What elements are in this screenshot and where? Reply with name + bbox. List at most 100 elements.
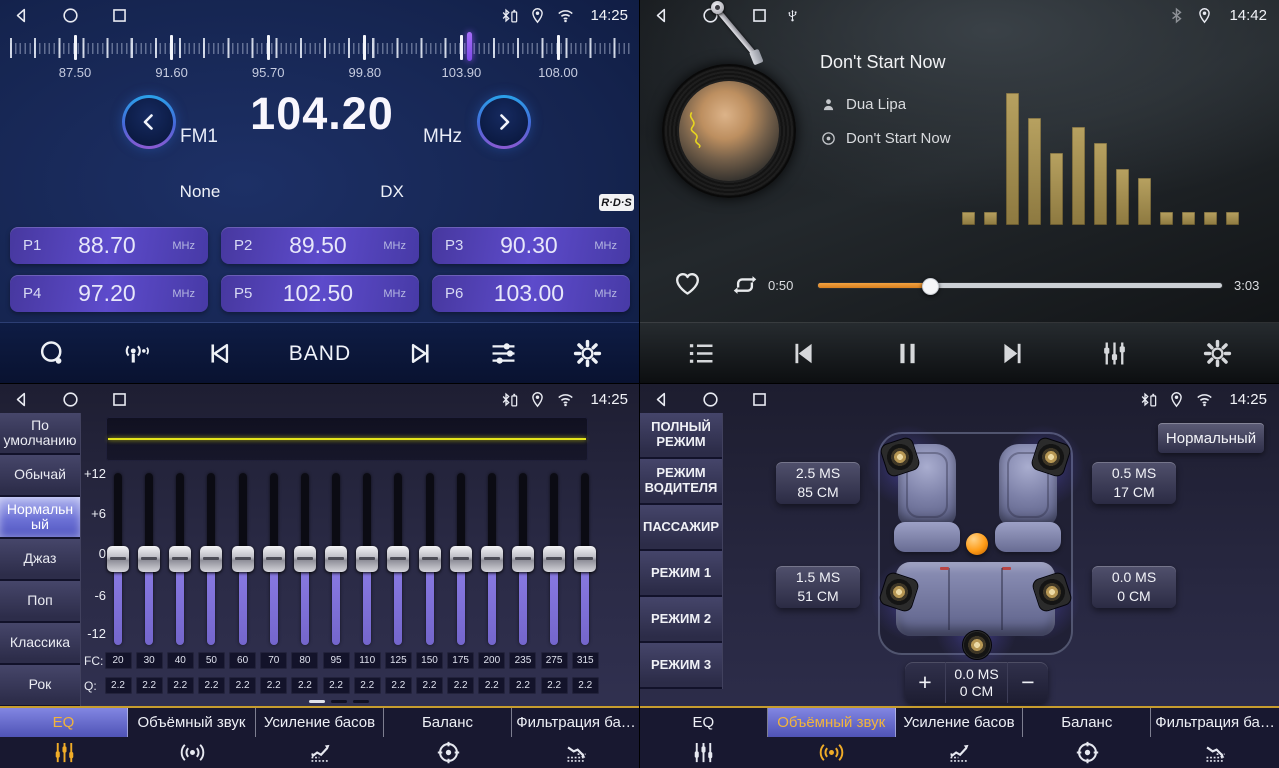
listening-mode-item[interactable]: ПАССАЖИР — [640, 505, 722, 551]
eq-band-slider[interactable] — [356, 473, 378, 645]
favorite-heart-icon[interactable] — [672, 268, 703, 299]
next-track-icon[interactable] — [996, 338, 1027, 369]
page-dot[interactable] — [353, 700, 369, 703]
tab-filter[interactable]: Фильтрация ба… — [1151, 708, 1279, 768]
slider-thumb[interactable] — [107, 546, 129, 572]
recents-icon[interactable] — [110, 390, 129, 409]
slider-thumb[interactable] — [138, 546, 160, 572]
page-dot[interactable] — [331, 700, 347, 703]
eq-band-slider[interactable] — [169, 473, 191, 645]
listening-mode-item[interactable]: РЕЖИМ 3 — [640, 643, 722, 689]
eq-band-slider[interactable] — [387, 473, 409, 645]
eq-band-slider[interactable] — [107, 473, 129, 645]
tab-balance[interactable]: Баланс — [1023, 708, 1151, 768]
album-art-vinyl[interactable] — [662, 64, 796, 198]
home-icon[interactable] — [61, 6, 80, 25]
tune-up-button[interactable] — [477, 95, 531, 149]
eq-preset-item[interactable]: Обычай — [0, 455, 80, 497]
eq-band-slider[interactable] — [450, 473, 472, 645]
eq-preset-item[interactable]: Нормальный — [0, 497, 80, 539]
equalizer-icon[interactable] — [488, 338, 519, 369]
home-icon[interactable] — [61, 390, 80, 409]
slider-thumb[interactable] — [419, 546, 441, 572]
decrease-delay-button[interactable]: − — [1008, 662, 1048, 703]
eq-band-slider[interactable] — [325, 473, 347, 645]
radio-preset-p4[interactable]: P497.20MHz — [10, 275, 208, 312]
increase-delay-button[interactable]: + — [905, 662, 945, 703]
slider-thumb[interactable] — [450, 546, 472, 572]
scan-icon[interactable] — [37, 338, 68, 369]
eq-preset-item[interactable]: По умолчанию — [0, 413, 80, 455]
tab-surround[interactable]: Объёмный звук — [768, 708, 896, 768]
pause-icon[interactable] — [892, 338, 923, 369]
radio-preset-p6[interactable]: P6103.00MHz — [432, 275, 630, 312]
slider-thumb[interactable] — [263, 546, 285, 572]
slider-thumb[interactable] — [356, 546, 378, 572]
listening-mode-item[interactable]: РЕЖИМ 2 — [640, 597, 722, 643]
front-left-delay-button[interactable]: 2.5 MS 85 CM — [776, 462, 860, 504]
slider-thumb[interactable] — [232, 546, 254, 572]
front-right-delay-button[interactable]: 0.5 MS 17 CM — [1092, 462, 1176, 504]
slider-thumb[interactable] — [169, 546, 191, 572]
slider-thumb[interactable] — [543, 546, 565, 572]
tab-bass-boost[interactable]: Усиление басов — [256, 708, 384, 768]
tab-bass-boost[interactable]: Усиление басов — [896, 708, 1024, 768]
settings-gear-icon[interactable] — [1202, 338, 1233, 369]
listener-position-ball[interactable] — [966, 533, 988, 555]
eq-preset-item[interactable]: Классика — [0, 623, 80, 665]
slider-thumb[interactable] — [481, 546, 503, 572]
back-icon[interactable] — [12, 6, 31, 25]
eq-band-slider[interactable] — [574, 473, 596, 645]
mixer-icon[interactable] — [1099, 338, 1130, 369]
eq-band-slider[interactable] — [481, 473, 503, 645]
slider-thumb[interactable] — [387, 546, 409, 572]
slider-thumb[interactable] — [512, 546, 534, 572]
tab-surround[interactable]: Объёмный звук — [128, 708, 256, 768]
eq-band-slider[interactable] — [543, 473, 565, 645]
listening-mode-item[interactable]: РЕЖИМ ВОДИТЕЛЯ — [640, 459, 722, 505]
frequency-scale[interactable]: 87.5091.6095.7099.80103.90108.00 — [8, 34, 632, 82]
profile-button[interactable]: Нормальный — [1158, 423, 1264, 453]
eq-band-slider[interactable] — [232, 473, 254, 645]
slider-thumb[interactable] — [294, 546, 316, 572]
progress-thumb[interactable] — [922, 278, 939, 295]
back-icon[interactable] — [652, 390, 671, 409]
rear-left-delay-button[interactable]: 1.5 MS 51 CM — [776, 566, 860, 608]
slider-thumb[interactable] — [325, 546, 347, 572]
eq-preset-item[interactable]: Поп — [0, 581, 80, 623]
settings-gear-icon[interactable] — [572, 338, 603, 369]
rear-right-delay-button[interactable]: 0.0 MS 0 CM — [1092, 566, 1176, 608]
seek-next-icon[interactable] — [404, 338, 435, 369]
radio-preset-p3[interactable]: P390.30MHz — [432, 227, 630, 264]
repeat-icon[interactable] — [730, 270, 760, 300]
tab-eq[interactable]: EQ — [640, 708, 768, 768]
eq-band-slider[interactable] — [200, 473, 222, 645]
progress-bar[interactable] — [818, 283, 1222, 288]
eq-preset-item[interactable]: Рок — [0, 665, 80, 707]
playlist-icon[interactable] — [686, 338, 717, 369]
radio-preset-p2[interactable]: P289.50MHz — [221, 227, 419, 264]
recents-icon[interactable] — [750, 6, 769, 25]
previous-track-icon[interactable] — [789, 338, 820, 369]
page-dot[interactable] — [309, 700, 325, 703]
tab-eq[interactable]: EQ — [0, 708, 128, 768]
radio-preset-p5[interactable]: P5102.50MHz — [221, 275, 419, 312]
recents-icon[interactable] — [110, 6, 129, 25]
recents-icon[interactable] — [750, 390, 769, 409]
eq-band-slider[interactable] — [263, 473, 285, 645]
tab-filter[interactable]: Фильтрация ба… — [512, 708, 640, 768]
slider-thumb[interactable] — [574, 546, 596, 572]
tune-down-button[interactable] — [122, 95, 176, 149]
slider-thumb[interactable] — [200, 546, 222, 572]
broadcast-icon[interactable] — [121, 338, 152, 369]
eq-preset-item[interactable]: Джаз — [0, 539, 80, 581]
radio-preset-p1[interactable]: P188.70MHz — [10, 227, 208, 264]
back-icon[interactable] — [12, 390, 31, 409]
seek-previous-icon[interactable] — [205, 338, 236, 369]
eq-band-slider[interactable] — [294, 473, 316, 645]
listening-mode-item[interactable]: РЕЖИМ 1 — [640, 551, 722, 597]
back-icon[interactable] — [652, 6, 671, 25]
home-icon[interactable] — [701, 390, 720, 409]
listening-mode-item[interactable]: ПОЛНЫЙ РЕЖИМ — [640, 413, 722, 459]
band-button[interactable]: BAND — [289, 342, 351, 366]
